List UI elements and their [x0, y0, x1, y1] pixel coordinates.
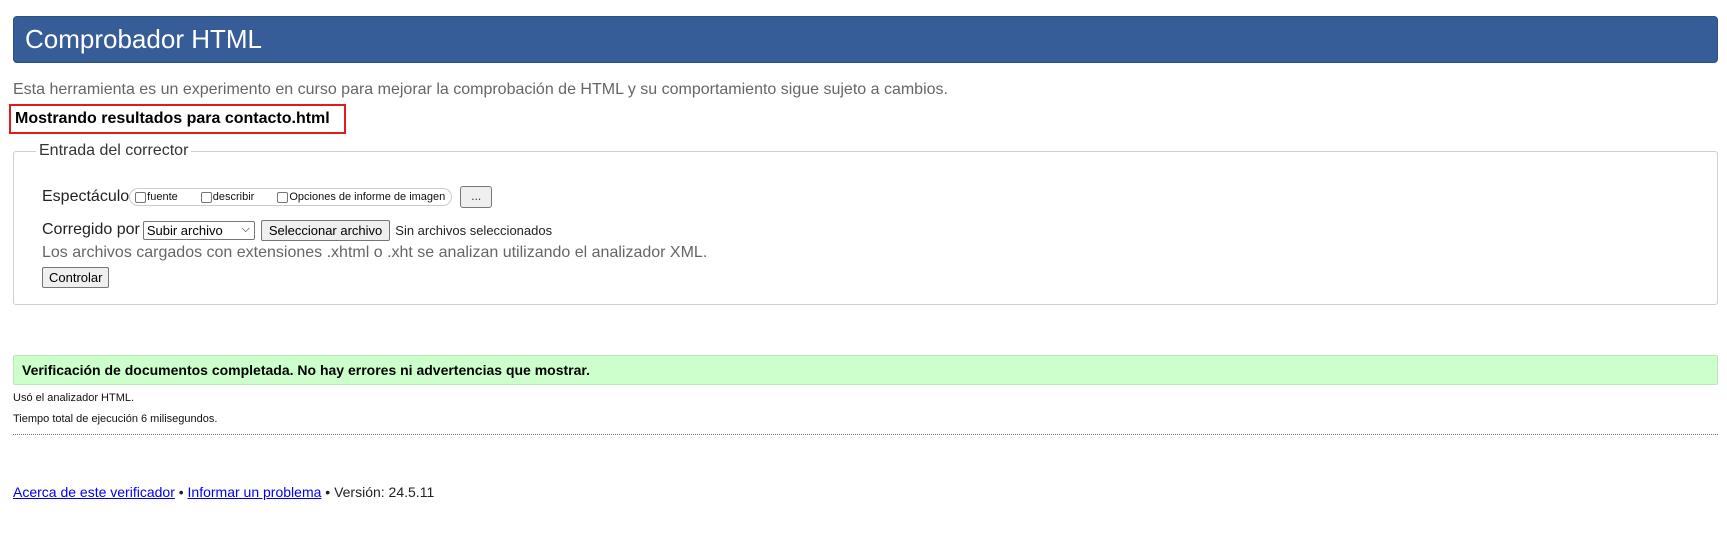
outline-checkbox[interactable] — [200, 191, 212, 203]
show-options-row: Espectáculo fuente describir Opciones de… — [42, 186, 493, 208]
option-source-label: fuente — [147, 191, 178, 203]
footer: Acerca de este verificador • Informar un… — [13, 484, 434, 500]
success-message: Verificación de documentos completada. N… — [13, 355, 1718, 385]
time-info: Tiempo total de ejecución 6 milisegundos… — [13, 413, 218, 425]
image-report-checkbox[interactable] — [277, 191, 289, 203]
checked-by-select[interactable]: Subir archivo ⌵ — [142, 220, 255, 240]
check-button[interactable]: Controlar — [42, 267, 110, 288]
page-title: Comprobador HTML — [25, 24, 262, 54]
option-image-report-label: Opciones de informe de imagen — [289, 191, 446, 203]
choose-file-button[interactable]: Seleccionar archivo — [260, 219, 391, 241]
footer-separator: • — [325, 484, 331, 500]
page-header: Comprobador HTML — [13, 16, 1718, 63]
chevron-down-icon: ⌵ — [241, 222, 250, 235]
showing-results-text: Mostrando resultados para contacto.html — [15, 110, 330, 127]
no-files-text: Sin archivos seleccionados — [395, 222, 553, 238]
option-outline-label: describir — [212, 191, 255, 203]
footer-separator: • — [178, 484, 184, 500]
option-outline[interactable]: describir — [198, 191, 275, 203]
checker-input-fieldset: Entrada del corrector Espectáculo fuente… — [13, 142, 1718, 305]
showing-results-heading: Mostrando resultados para contacto.html — [9, 104, 346, 134]
checked-by-selected-value: Subir archivo — [146, 222, 223, 238]
checked-by-row: Corregido por Subir archivo ⌵ Selecciona… — [42, 219, 552, 241]
checker-legend: Entrada del corrector — [39, 142, 189, 159]
show-options-group: fuente describir Opciones de informe de … — [129, 188, 453, 206]
more-options-button[interactable]: ... — [460, 186, 493, 208]
intro-text: Esta herramienta es un experimento en cu… — [13, 81, 948, 98]
upload-note: Los archivos cargados con extensiones .x… — [42, 244, 708, 261]
show-label: Espectáculo — [42, 188, 130, 205]
option-image-report[interactable]: Opciones de informe de imagen — [274, 191, 447, 203]
parser-info: Usó el analizador HTML. — [13, 392, 135, 404]
divider — [13, 434, 1718, 435]
version-text: Versión: 24.5.11 — [334, 484, 435, 500]
source-checkbox[interactable] — [135, 191, 147, 203]
option-source[interactable]: fuente — [132, 191, 198, 203]
about-link[interactable]: Acerca de este verificador — [13, 484, 175, 500]
checked-by-label: Corregido por — [42, 221, 140, 238]
report-problem-link[interactable]: Informar un problema — [188, 484, 322, 500]
